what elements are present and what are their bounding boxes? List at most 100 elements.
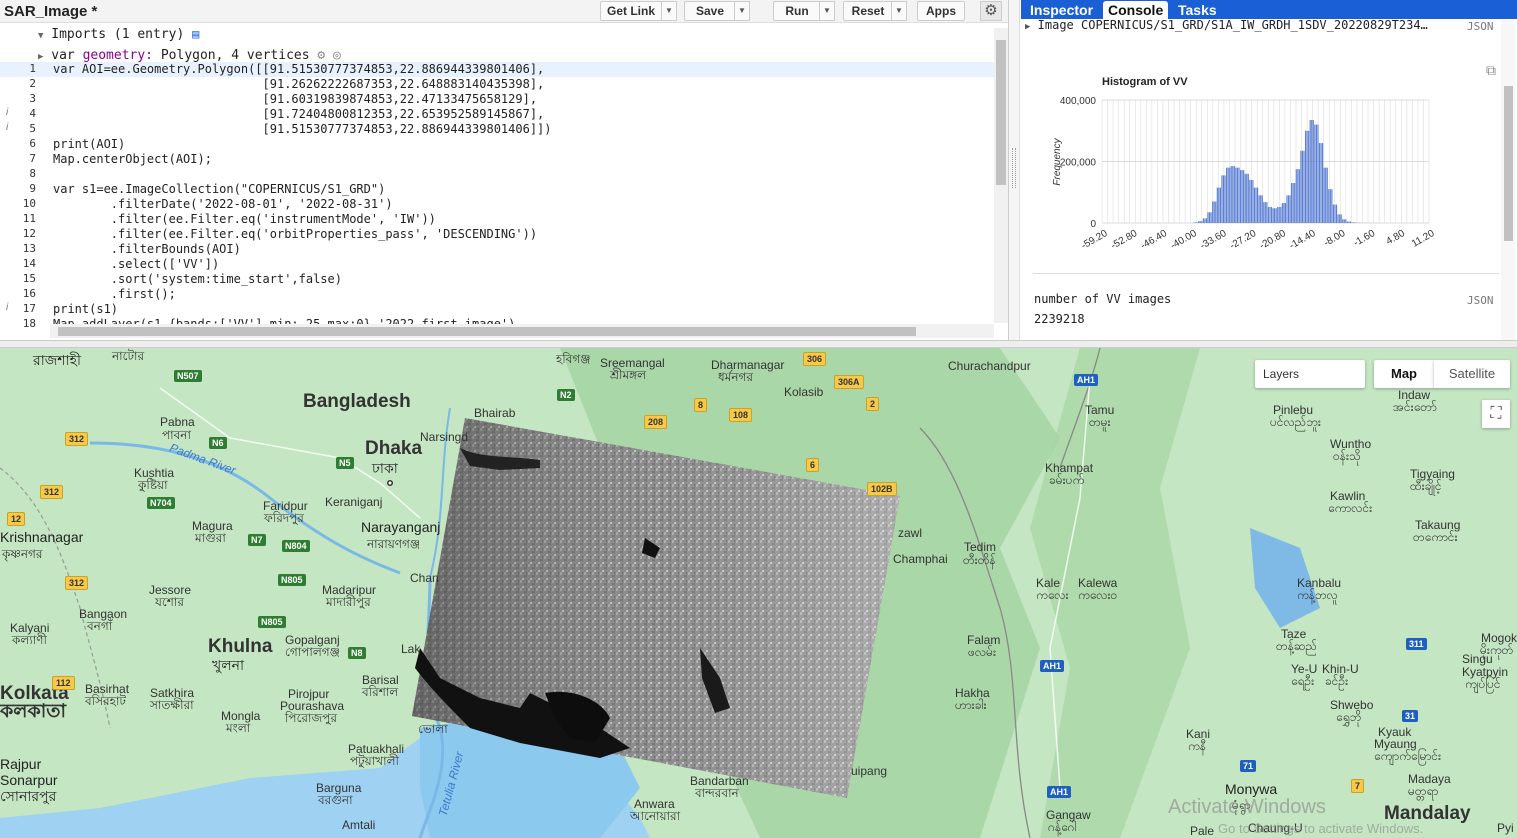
road-shield: 306 — [803, 352, 827, 366]
code-line[interactable]: [91.26262222687353,22.648883140435398], — [53, 77, 995, 92]
line-info-icon[interactable]: i — [6, 122, 8, 133]
code-line[interactable]: .first(); — [53, 287, 995, 302]
code-text-area[interactable]: var AOI=ee.Geometry.Polygon([[91.5153077… — [53, 62, 995, 324]
console-image-entry[interactable]: ▶ Image COPERNICUS/S1_GRD/S1A_IW_GRDH_1S… — [1025, 18, 1428, 32]
histogram-bar — [1244, 173, 1246, 223]
line-number: 2 — [29, 77, 36, 90]
code-line[interactable]: [91.51530777374853,22.886944339801406]]) — [53, 122, 995, 137]
map-place-label: Rajpur — [0, 756, 42, 772]
map-place-label: ရွှေဘို — [1336, 710, 1362, 724]
map-type-map-button[interactable]: Map — [1374, 360, 1434, 388]
apps-button[interactable]: Apps — [917, 1, 965, 21]
histogram-bar — [1222, 175, 1225, 223]
geometry-settings-icon[interactable]: ⚙ — [317, 48, 325, 63]
editor-horizontal-scroll-thumb[interactable] — [58, 327, 916, 336]
code-line[interactable] — [53, 167, 995, 182]
histogram-bar — [1241, 170, 1243, 223]
map-place-label: Pyi — [1497, 821, 1514, 835]
map-view[interactable]: রাজশাহী নাটোর Bangladesh Dhaka ঢাকা Pabna পাবন… — [0, 348, 1517, 838]
console-scroll-thumb[interactable] — [1504, 86, 1513, 241]
json-link-1[interactable]: JSON — [1467, 20, 1494, 33]
map-place-label: কল্যাণী — [12, 633, 47, 647]
map-place-label: কলকাতা — [0, 701, 67, 722]
histogram-bar — [1199, 221, 1201, 223]
code-line[interactable]: .filterDate('2022-08-01', '2022-08-31') — [53, 197, 995, 212]
code-line[interactable]: var AOI=ee.Geometry.Polygon([[91.5153077… — [53, 62, 995, 77]
line-number: 1 — [29, 62, 36, 75]
splitter-grip-icon[interactable] — [1012, 148, 1016, 188]
code-line[interactable]: .filter(ee.Filter.eq('instrumentMode', '… — [53, 212, 995, 227]
map-place-label: কুষ্টিয়া — [138, 478, 168, 492]
editor-vertical-scrollbar[interactable] — [994, 28, 1008, 323]
histogram-bar — [1253, 187, 1256, 223]
reset-dropdown-icon[interactable]: ▼ — [891, 1, 907, 21]
map-place-label: Krishnanagar — [0, 529, 84, 545]
fullscreen-icon[interactable]: ⛶ — [1482, 400, 1510, 428]
vertical-splitter[interactable] — [1009, 0, 1020, 340]
x-tick-label: 4.80 — [1384, 228, 1407, 247]
code-line[interactable]: .select(['VV']) — [53, 257, 995, 272]
imports-header-row[interactable]: ▼ Imports (1 entry) ▤ — [38, 25, 341, 46]
map-place-label: Singu — [1462, 652, 1493, 666]
import-var-name[interactable]: geometry: — [83, 48, 153, 63]
histogram-bar — [1243, 170, 1245, 223]
histogram-bar — [1267, 207, 1269, 223]
tab-console[interactable]: Console — [1103, 1, 1169, 19]
json-link-2[interactable]: JSON — [1467, 294, 1494, 307]
imports-header: Imports (1 entry) — [51, 27, 185, 42]
code-line[interactable]: print(s1) — [53, 302, 995, 317]
settings-gear-icon[interactable]: ⚙ — [980, 1, 1002, 21]
code-line[interactable]: print(AOI) — [53, 137, 995, 152]
histogram-bar — [1218, 187, 1220, 223]
tab-tasks[interactable]: Tasks — [1173, 1, 1222, 19]
script-title[interactable]: SAR_Image * — [4, 3, 97, 20]
x-tick-label: 11.20 — [1410, 228, 1437, 250]
collapse-arrow-icon[interactable]: ▼ — [38, 31, 43, 41]
histogram-bar — [1238, 167, 1240, 223]
line-info-icon[interactable]: i — [6, 107, 8, 118]
get-link-dropdown-icon[interactable]: ▼ — [661, 1, 677, 21]
reset-button[interactable]: Reset — [843, 1, 893, 21]
expand-arrow-icon[interactable]: ▶ — [1025, 22, 1030, 32]
histogram-bar — [1198, 221, 1200, 223]
code-line[interactable]: Map.centerObject(AOI); — [53, 152, 995, 167]
map-place-label: Dhaka — [365, 438, 423, 459]
code-line[interactable]: .sort('system:time_start',false) — [53, 272, 995, 287]
tab-inspector[interactable]: Inspector — [1025, 1, 1098, 19]
road-shield: 2 — [866, 397, 880, 411]
road-shield: 31 — [1402, 710, 1419, 722]
save-button[interactable]: Save — [684, 1, 736, 21]
run-button[interactable]: Run — [773, 1, 821, 21]
geometry-delete-icon[interactable]: ◎ — [333, 48, 341, 63]
chart-title: Histogram of VV — [1102, 76, 1188, 88]
x-tick-label: -59.20 — [1079, 228, 1109, 252]
editor-vertical-scroll-thumb[interactable] — [996, 40, 1006, 185]
show-code-icon[interactable]: ▤ — [192, 27, 199, 41]
code-line[interactable]: .filter(ee.Filter.eq('orbitProperties_pa… — [53, 227, 995, 242]
code-line[interactable]: [91.72404800812353,22.653952589145867], — [53, 107, 995, 122]
road-shield: N6 — [209, 437, 227, 449]
code-line[interactable]: var s1=ee.ImageCollection("COPERNICUS/S1… — [53, 182, 995, 197]
layers-dropdown[interactable]: Layers — [1255, 360, 1365, 388]
editor-horizontal-scrollbar[interactable] — [50, 324, 994, 338]
horizontal-splitter[interactable] — [0, 340, 1517, 348]
line-number: 8 — [29, 167, 36, 180]
histogram-bar — [1280, 207, 1282, 223]
map-type-satellite-button[interactable]: Satellite — [1434, 360, 1510, 388]
code-line[interactable]: .filterBounds(AOI) — [53, 242, 995, 257]
open-chart-external-icon[interactable]: ⧉ — [1486, 62, 1496, 78]
console-scrollbar[interactable] — [1501, 20, 1515, 340]
histogram-bar — [1351, 222, 1353, 223]
expand-arrow-icon[interactable]: ▶ — [38, 52, 43, 62]
map-place-label: নাটোর — [112, 349, 145, 363]
histogram-bar — [1297, 169, 1299, 223]
histogram-bar — [1292, 183, 1294, 223]
line-info-icon[interactable]: i — [6, 302, 8, 313]
map-place-label: পিরোজপুর — [285, 711, 337, 725]
save-dropdown-icon[interactable]: ▼ — [734, 1, 750, 21]
run-dropdown-icon[interactable]: ▼ — [819, 1, 835, 21]
map-place-label: ကျောက်မြောင်း — [1374, 749, 1442, 763]
code-line[interactable]: Map.addLayer(s1,{bands:['VV'],min:-25,ma… — [53, 317, 995, 324]
get-link-button[interactable]: Get Link — [600, 1, 662, 21]
code-line[interactable]: [91.60319839874853,22.47133475658129], — [53, 92, 995, 107]
